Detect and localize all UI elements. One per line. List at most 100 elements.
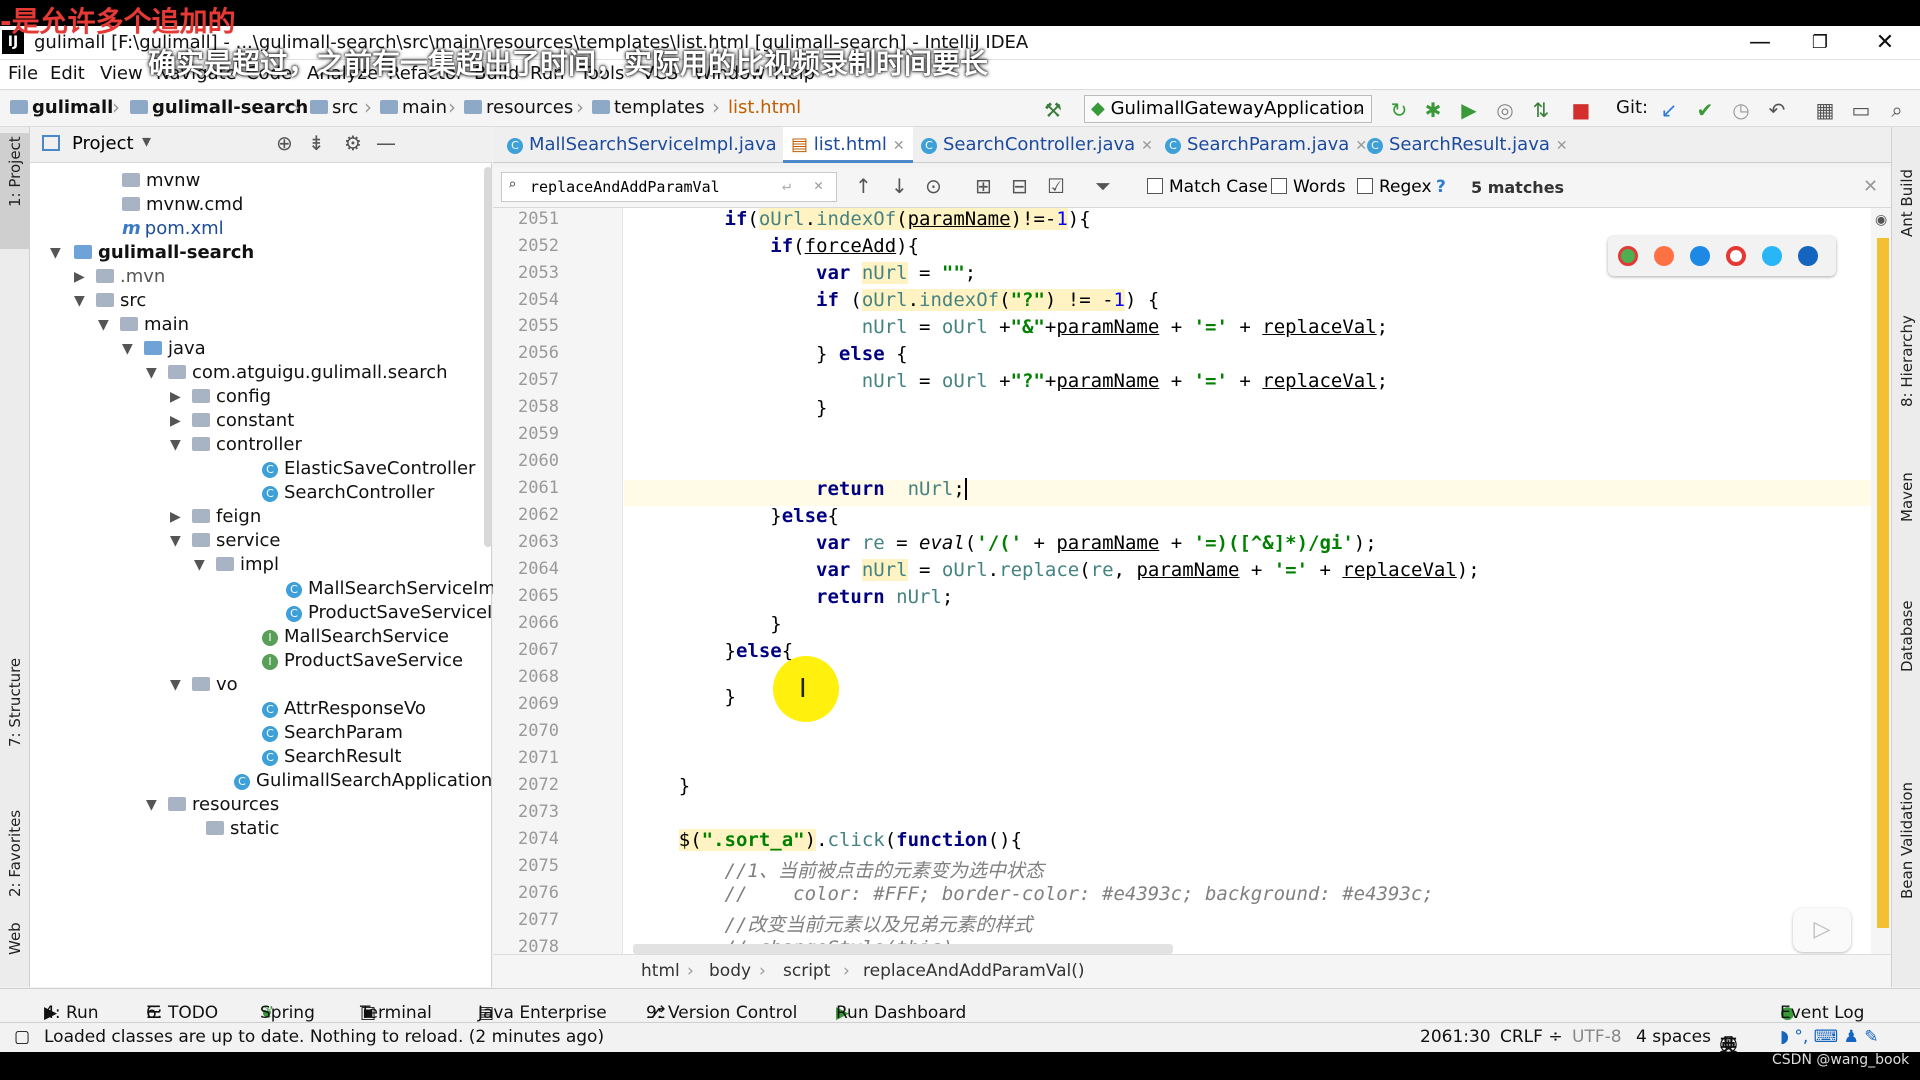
tree-item[interactable]: resources — [168, 794, 279, 815]
tree-item[interactable]: controller — [192, 434, 302, 455]
code-editor[interactable]: ◉ 2051 2052 2053 2054 2055 2056 2057 205… — [493, 208, 1891, 954]
chevron-down-icon[interactable]: ▼ — [98, 317, 109, 333]
opera-icon[interactable] — [1726, 246, 1746, 266]
tree-item[interactable]: gulimall-search — [74, 242, 254, 263]
tree-item[interactable]: main — [120, 314, 189, 335]
tab-list-html[interactable]: ▤ list.html ✕ — [783, 127, 913, 163]
words-option[interactable]: Words — [1271, 177, 1346, 197]
tree-item[interactable]: I ProductSaveService — [262, 650, 463, 671]
project-tool-label[interactable]: 1: Project — [6, 136, 24, 207]
chevron-down-icon[interactable]: ▼ — [170, 533, 181, 549]
add-occurrence-icon[interactable]: ⊞ — [975, 174, 992, 198]
locate-icon[interactable]: ⊕ — [276, 131, 293, 155]
stop-icon[interactable]: ■ — [1568, 97, 1594, 123]
tree-item[interactable]: C SearchResult — [262, 746, 401, 767]
find-input[interactable]: ⌕ replaceAndAddParamVal ↵ ✕ — [501, 172, 837, 202]
close-window-button[interactable]: ✕ — [1855, 28, 1915, 58]
match-case-checkbox[interactable] — [1147, 178, 1163, 194]
crumb-script[interactable]: script — [783, 961, 830, 981]
close-find-icon[interactable]: ✕ — [1863, 176, 1878, 197]
update-icon[interactable]: ⇅ — [1528, 97, 1554, 123]
crumb-module[interactable]: gulimall-search — [130, 97, 308, 118]
git-rollback-icon[interactable]: ↶ — [1764, 97, 1790, 123]
tab-searchcontroller[interactable]: C SearchController.java ✕ — [913, 127, 1161, 163]
gear-icon[interactable]: ⚙ — [344, 131, 362, 155]
video-play-icon[interactable]: ▷ — [1793, 908, 1851, 952]
chevron-down-icon[interactable]: ▼ — [74, 293, 85, 309]
database-tool-label[interactable]: Database — [1898, 600, 1916, 672]
close-icon[interactable]: ✕ — [1141, 138, 1153, 154]
project-view-title[interactable]: Project — [72, 133, 134, 154]
tree-item[interactable]: C AttrResponseVo — [262, 698, 426, 719]
line-separator[interactable]: CRLF ÷ — [1500, 1027, 1563, 1047]
collapse-all-icon[interactable]: ⇟ — [308, 131, 325, 155]
regex-checkbox[interactable] — [1357, 178, 1373, 194]
regex-option[interactable]: Regex — [1357, 177, 1432, 197]
chevron-right-icon[interactable]: ▶ — [170, 413, 181, 429]
chevron-down-icon[interactable]: ▼ — [50, 245, 61, 261]
chevron-right-icon[interactable]: ▶ — [170, 509, 181, 525]
crumb-src[interactable]: src — [310, 97, 358, 118]
tab-searchparam[interactable]: C SearchParam.java ✕ — [1157, 127, 1375, 163]
ie-icon[interactable] — [1762, 246, 1782, 266]
chevron-down-icon[interactable]: ▾ — [142, 131, 151, 152]
safari-icon[interactable] — [1690, 246, 1710, 266]
tree-item[interactable]: src — [96, 290, 146, 311]
coverage-icon[interactable]: ▶ — [1456, 97, 1482, 123]
firefox-icon[interactable] — [1654, 246, 1674, 266]
chrome-icon[interactable] — [1618, 246, 1638, 266]
match-case-option[interactable]: Match Case — [1147, 177, 1268, 197]
tree-item[interactable]: vo — [192, 674, 238, 695]
tree-item[interactable]: m pom.xml — [122, 218, 224, 239]
crumb-function[interactable]: replaceAndAddParamVal() — [863, 961, 1085, 981]
close-icon[interactable]: ✕ — [1556, 138, 1568, 154]
profile-icon[interactable]: ◎ — [1492, 97, 1518, 123]
chevron-down-icon[interactable]: ▼ — [146, 797, 157, 813]
menu-edit[interactable]: Edit — [50, 63, 85, 84]
tree-item[interactable]: com.atguigu.gulimall.search — [168, 362, 448, 383]
find-all-icon[interactable]: ⊙ — [925, 174, 942, 198]
debug-bug-icon[interactable]: ✱ — [1420, 97, 1446, 123]
build-hammer-icon[interactable]: ⚒ — [1040, 97, 1066, 123]
edge-icon[interactable] — [1798, 246, 1818, 266]
remove-occurrence-icon[interactable]: ⊟ — [1011, 174, 1028, 198]
menu-view[interactable]: View — [100, 63, 143, 84]
crumb-main[interactable]: main — [380, 97, 447, 118]
indent-setting[interactable]: 4 spaces — [1636, 1027, 1711, 1047]
chevron-right-icon[interactable]: ▶ — [74, 269, 85, 285]
tree-item[interactable]: C SearchController — [262, 482, 434, 503]
status-layout-icon[interactable]: ▢ — [14, 1027, 30, 1047]
ant-build-tool-label[interactable]: Ant Build — [1898, 169, 1916, 237]
chevron-down-icon[interactable]: ▼ — [146, 365, 157, 381]
chevron-down-icon[interactable]: ▼ — [170, 437, 181, 453]
clear-icon[interactable]: ✕ — [814, 176, 823, 194]
regex-help-link[interactable]: ? — [1436, 177, 1446, 197]
filter-icon[interactable]: ⏷ — [1095, 174, 1111, 198]
crumb-project[interactable]: gulimall — [10, 97, 113, 118]
select-all-icon[interactable]: ☑ — [1047, 174, 1065, 198]
tree-item[interactable]: C SearchParam — [262, 722, 403, 743]
minimize-button[interactable]: — — [1730, 28, 1790, 58]
caret-position[interactable]: 2061:30 — [1420, 1027, 1491, 1047]
hide-panel-icon[interactable]: — — [376, 131, 396, 155]
tree-item[interactable]: constant — [192, 410, 294, 431]
git-update-icon[interactable]: ↙ — [1656, 97, 1682, 123]
web-tool-label[interactable]: Web — [6, 922, 24, 955]
git-commit-icon[interactable]: ✔ — [1692, 97, 1718, 123]
restore-button[interactable]: ❐ — [1790, 28, 1850, 58]
structure-tool-label[interactable]: 7: Structure — [6, 658, 24, 747]
tree-item[interactable]: C MallSearchServiceImp — [286, 578, 507, 599]
tree-item[interactable]: config — [192, 386, 271, 407]
tree-item[interactable]: java — [144, 338, 206, 359]
chevron-right-icon[interactable]: ▶ — [170, 389, 181, 405]
tree-item[interactable]: C ElasticSaveController — [262, 458, 475, 479]
inspection-eye-icon[interactable]: ◉ — [1875, 212, 1887, 228]
crumb-templates[interactable]: templates — [592, 97, 705, 118]
tree-item[interactable]: mvnw — [122, 170, 200, 191]
bean-validation-tool-label[interactable]: Bean Validation — [1898, 782, 1916, 899]
chevron-down-icon[interactable]: ▼ — [122, 341, 133, 357]
horizontal-scrollbar[interactable] — [633, 944, 1173, 954]
close-icon[interactable]: ✕ — [893, 138, 905, 154]
tree-item[interactable]: I MallSearchService — [262, 626, 449, 647]
hierarchy-tool-label[interactable]: 8: Hierarchy — [1898, 315, 1916, 407]
